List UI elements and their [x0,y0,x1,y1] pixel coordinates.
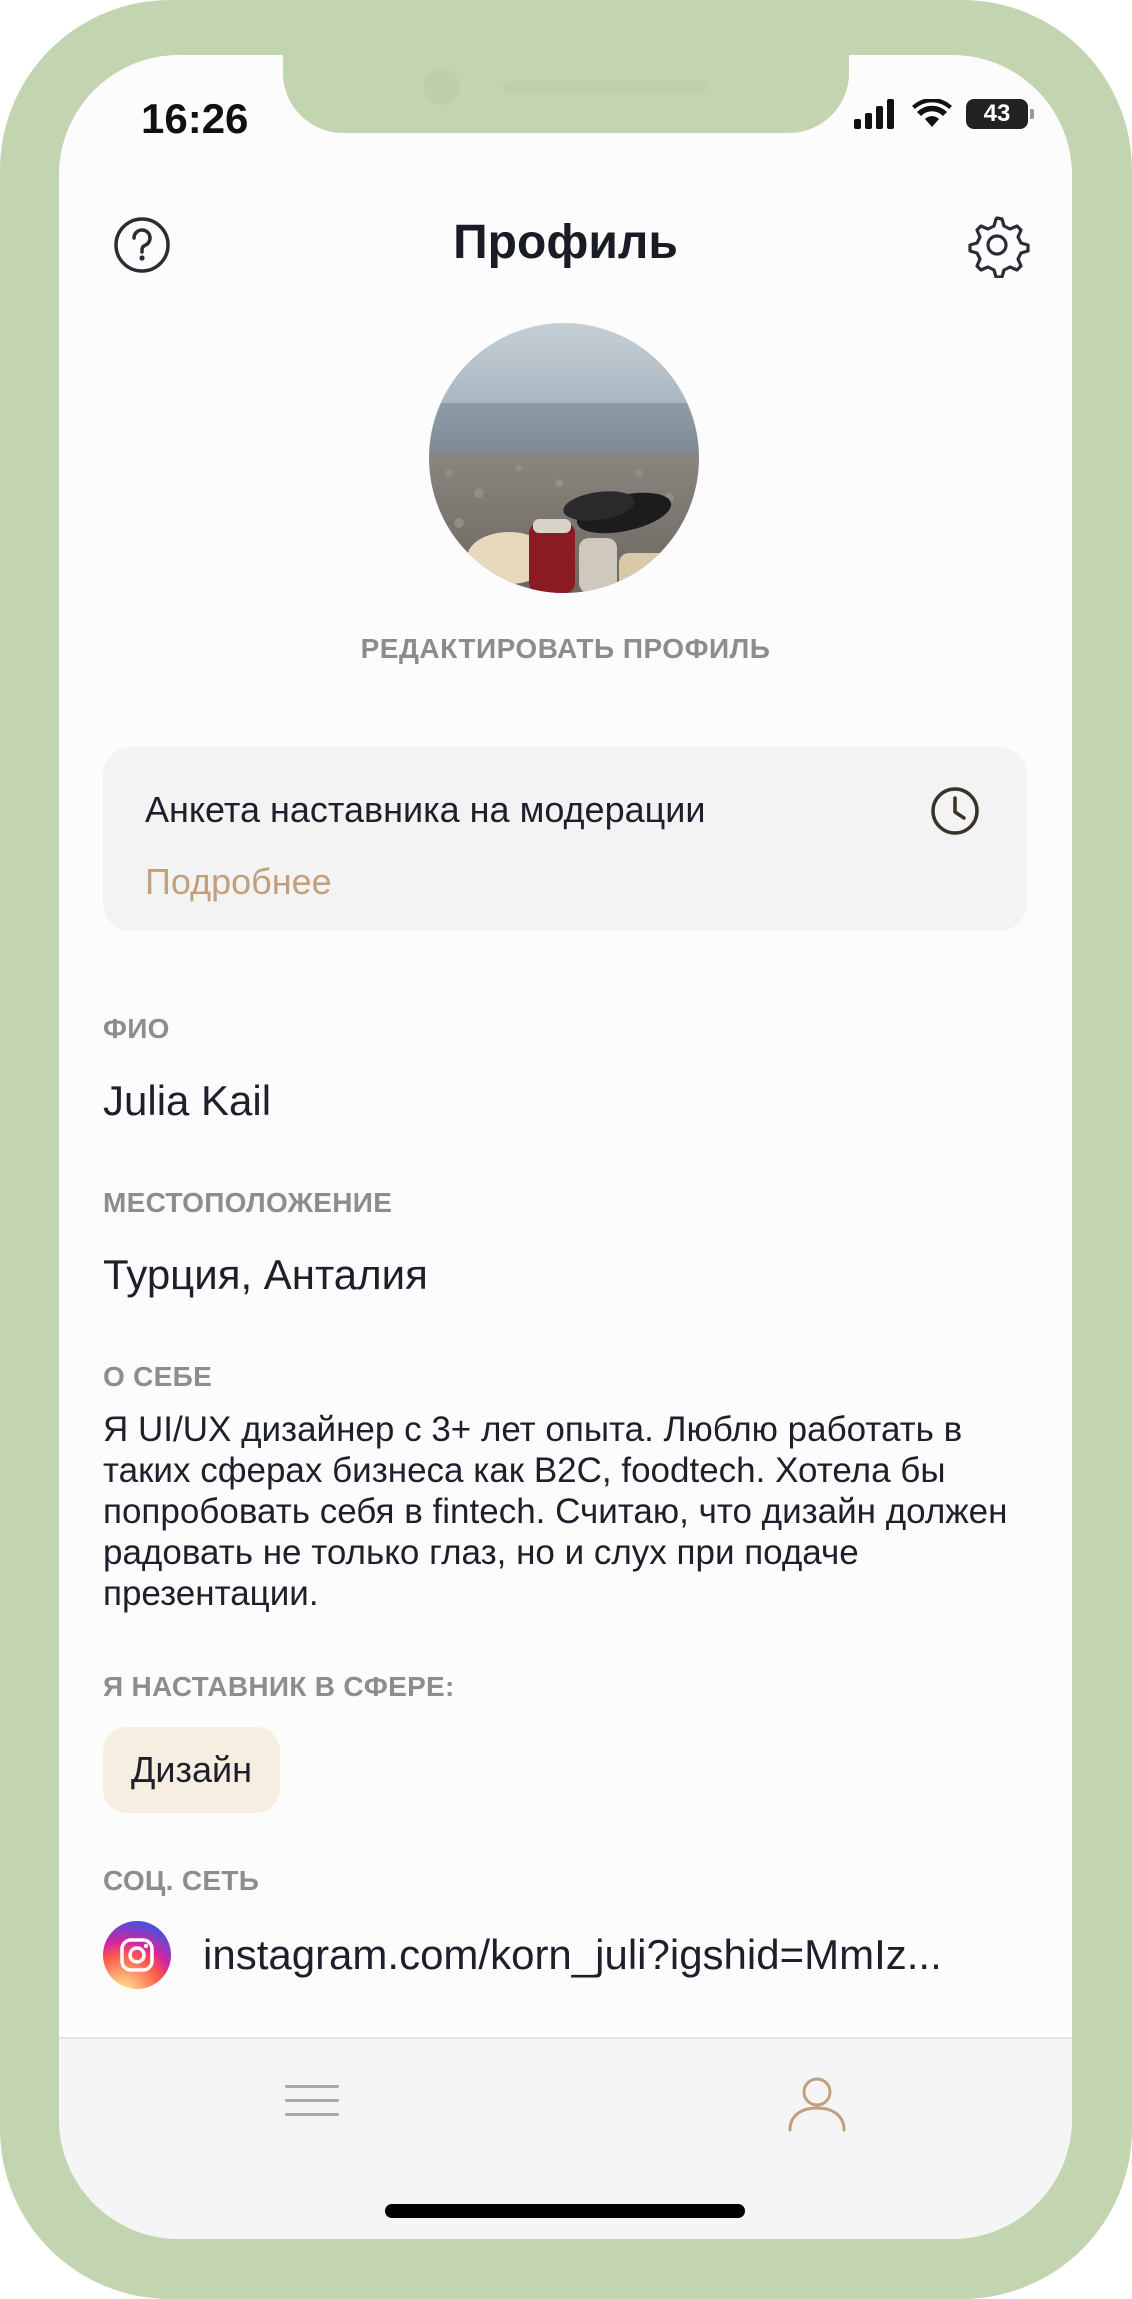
speaker [503,81,707,93]
signal-icon [854,99,894,129]
about-label: О СЕБЕ [103,1361,213,1392]
avatar[interactable] [429,323,699,593]
moderation-card[interactable]: Анкета наставника на модерации Подробнее [103,747,1027,931]
name-label: ФИО [103,1013,170,1044]
gear-icon[interactable] [964,212,1030,278]
mentor-sphere-chip: Дизайн [103,1727,281,1813]
mentor-sphere-label: Я НАСТАВНИК В СФЕРЕ: [103,1671,455,1702]
screen: 16:26 43 Профиль РЕДАКТИРОВАТЬ ПРОФИЛЬ А… [59,55,1072,2239]
avatar-photo [429,323,699,593]
notch [283,55,849,133]
instagram-icon [103,1921,171,1989]
battery-indicator: 43 [966,99,1034,129]
page-title: Профиль [453,216,678,269]
name-value: Julia Kail [103,1077,272,1124]
home-indicator[interactable] [385,2204,745,2218]
social-link-row[interactable]: instagram.com/korn_juli?igshid=MmIz... [103,1921,942,1989]
more-link[interactable]: Подробнее [145,861,332,903]
status-icons: 43 [854,99,1034,129]
camera [424,69,460,105]
clock-icon [931,787,979,835]
instagram-link[interactable]: instagram.com/korn_juli?igshid=MmIz... [203,1931,942,1979]
wifi-icon [912,99,952,127]
menu-icon[interactable] [285,2081,341,2121]
location-value: Турция, Анталия [103,1251,428,1298]
user-icon[interactable] [787,2073,847,2133]
about-text: Я UI/UX дизайнер с 3+ лет опыта. Люблю р… [103,1410,1008,1613]
social-label: СОЦ. СЕТЬ [103,1865,260,1896]
status-time: 16:26 [141,95,249,142]
location-label: МЕСТОПОЛОЖЕНИЕ [103,1187,393,1218]
moderation-title: Анкета наставника на модерации [145,789,706,830]
edit-profile-link[interactable]: РЕДАКТИРОВАТЬ ПРОФИЛЬ [59,633,1072,665]
